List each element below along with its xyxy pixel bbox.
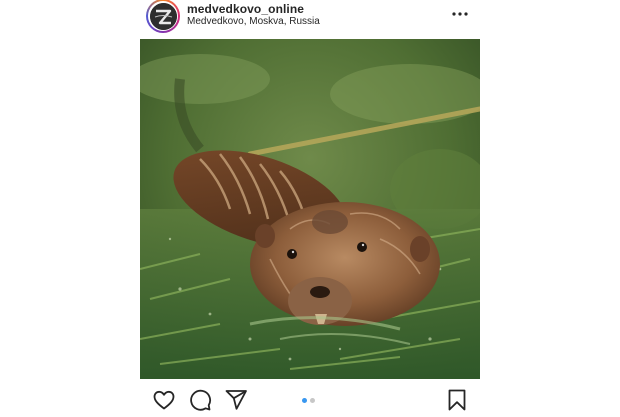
beaver-photo: [140, 39, 480, 379]
post-header: medvedkovo_online Medvedkovo, Moskva, Ru…: [140, 0, 480, 38]
location-link[interactable]: Medvedkovo, Moskva, Russia: [187, 16, 320, 27]
save-button[interactable]: [445, 388, 469, 412]
carousel-dot: [310, 398, 315, 403]
username[interactable]: medvedkovo_online: [187, 2, 304, 16]
share-button[interactable]: [224, 388, 248, 412]
like-button[interactable]: [152, 388, 176, 412]
bookmark-icon: [448, 389, 466, 411]
avatar[interactable]: [146, 0, 180, 33]
instagram-post: medvedkovo_online Medvedkovo, Moskva, Ru…: [140, 0, 480, 413]
comment-icon: [190, 389, 212, 411]
heart-icon: [153, 390, 175, 410]
carousel-indicator: [302, 398, 315, 403]
comment-button[interactable]: [188, 388, 212, 412]
post-photo[interactable]: [140, 39, 480, 379]
more-options-button[interactable]: [448, 6, 472, 22]
avatar-image: [149, 2, 177, 30]
share-icon: [225, 390, 247, 410]
more-options-icon: [452, 12, 468, 16]
logo-icon: [149, 2, 177, 30]
post-actions: [140, 384, 480, 413]
carousel-dot-active: [302, 398, 307, 403]
